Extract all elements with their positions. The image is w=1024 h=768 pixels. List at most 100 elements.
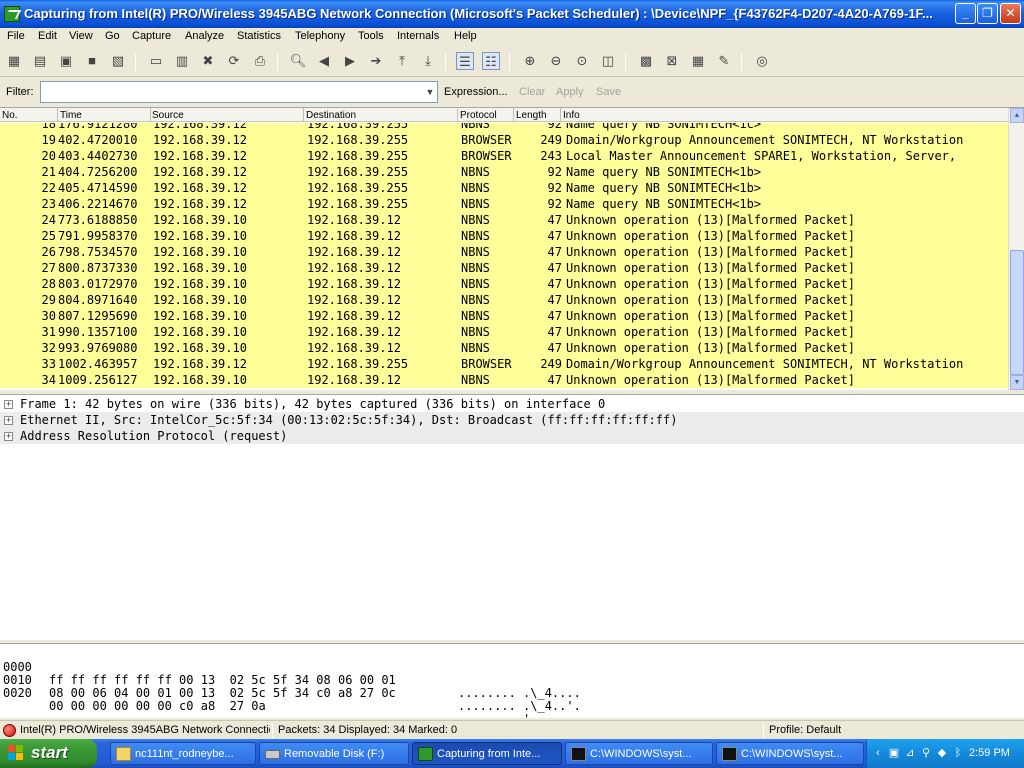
tray-expand-icon[interactable]: ‹ <box>871 746 885 760</box>
table-row[interactable]: 23 406.2214670 192.168.39.12 192.168.39.255… <box>0 196 1008 212</box>
table-row[interactable]: 33 1002.463957 192.168.39.12 192.168.39.255… <box>0 356 1008 372</box>
zoom-in-icon[interactable]: ⊕ <box>521 52 539 70</box>
stop-capture-icon[interactable]: ■ <box>83 52 101 70</box>
title-bar[interactable]: Capturing from Intel(R) PRO/Wireless 394… <box>0 0 1024 28</box>
zoom-out-icon[interactable]: ⊖ <box>547 52 565 70</box>
usb-icon[interactable]: ⚲ <box>919 746 933 760</box>
close-button[interactable]: ✕ <box>1000 3 1021 24</box>
menu-capture[interactable]: Capture <box>132 30 171 42</box>
table-row[interactable]: 32 993.9769080 192.168.39.10 192.168.39.12 N… <box>0 340 1008 356</box>
menu-edit[interactable]: Edit <box>38 30 57 42</box>
taskbar-item-cmd-1[interactable]: C:\WINDOWS\syst... <box>565 742 713 765</box>
start-capture-icon[interactable]: ▣ <box>57 52 75 70</box>
menu-statistics[interactable]: Statistics <box>237 30 281 42</box>
taskbar-item-cmd-2[interactable]: C:\WINDOWS\syst... <box>716 742 864 765</box>
table-row[interactable]: 28 803.0172970 192.168.39.10 192.168.39.12 N… <box>0 276 1008 292</box>
packet-bytes-pane[interactable]: 0000 ff ff ff ff ff ff 00 13 02 5c 5f 34… <box>0 643 1024 726</box>
menu-telephony[interactable]: Telephony <box>295 30 345 42</box>
coloring-rules-icon[interactable]: ▦ <box>689 52 707 70</box>
scrollbar-thumb[interactable] <box>1010 250 1024 375</box>
restart-capture-icon[interactable]: ▧ <box>109 52 127 70</box>
auto-scroll-icon[interactable]: ☷ <box>482 52 500 70</box>
menu-view[interactable]: View <box>69 30 93 42</box>
open-file-icon[interactable]: ▭ <box>147 52 165 70</box>
column-header-time[interactable]: Time <box>60 110 82 121</box>
table-row[interactable]: 30 807.1295690 192.168.39.10 192.168.39.12 N… <box>0 308 1008 324</box>
go-forward-icon[interactable]: ▶ <box>341 52 359 70</box>
column-header-protocol[interactable]: Protocol <box>460 110 497 121</box>
packet-details-pane[interactable]: + Frame 1: 42 bytes on wire (336 bits), … <box>0 394 1024 640</box>
table-row[interactable]: 25 791.9958370 192.168.39.10 192.168.39.12 N… <box>0 228 1008 244</box>
scroll-down-icon[interactable]: ▼ <box>1010 375 1024 390</box>
table-row[interactable]: 26 798.7534570 192.168.39.10 192.168.39.12 N… <box>0 244 1008 260</box>
menu-analyze[interactable]: Analyze <box>185 30 224 42</box>
menu-tools[interactable]: Tools <box>358 30 384 42</box>
table-row[interactable]: 19 402.4720010 192.168.39.12 192.168.39.255… <box>0 132 1008 148</box>
table-row[interactable]: 18 176.9121280 192.168.39.12 192.168.39.… <box>0 123 1008 132</box>
menu-help[interactable]: Help <box>454 30 477 42</box>
hex-bytes[interactable]: 00 00 00 00 00 00 c0 a8 27 0a <box>49 700 266 713</box>
table-row[interactable]: 34 1009.256127 192.168.39.10 192.168.39.12 N… <box>0 372 1008 388</box>
apply-button[interactable]: Apply <box>556 86 584 98</box>
table-row[interactable]: 31 990.1357100 192.168.39.10 192.168.39.12 N… <box>0 324 1008 340</box>
taskbar-item-folder[interactable]: nc111nt_rodneybe... <box>110 742 256 765</box>
table-row[interactable]: 20 403.4402730 192.168.39.12 192.168.39.255… <box>0 148 1008 164</box>
go-last-icon[interactable]: ⤓ <box>419 52 437 70</box>
packet-list-pane[interactable]: No. Time Source Destination Protocol Len… <box>0 107 1024 390</box>
detail-arp[interactable]: + Address Resolution Protocol (request) <box>0 428 1024 444</box>
table-row[interactable]: 27 800.8737330 192.168.39.10 192.168.39.12 N… <box>0 260 1008 276</box>
column-header-no[interactable]: No. <box>2 110 18 121</box>
taskbar-item-wireshark[interactable]: Capturing from Inte... <box>412 742 562 765</box>
print-icon[interactable]: ⎙ <box>251 52 269 70</box>
detail-ethernet[interactable]: + Ethernet II, Src: IntelCor_5c:5f:34 (0… <box>0 412 1024 428</box>
bluetooth-icon[interactable]: ᛒ <box>951 746 965 760</box>
column-divider[interactable] <box>457 108 458 122</box>
close-file-icon[interactable]: ✖ <box>199 52 217 70</box>
preferences-icon[interactable]: ✎ <box>715 52 733 70</box>
table-row[interactable]: 21 404.7256200 192.168.39.12 192.168.39.255… <box>0 164 1008 180</box>
expand-plus-icon[interactable]: + <box>4 432 13 441</box>
scroll-up-icon[interactable]: ▲ <box>1010 108 1024 123</box>
display-filter-input[interactable] <box>40 81 438 103</box>
clear-button[interactable]: Clear <box>519 86 545 98</box>
find-packet-icon[interactable]: 🔍︎ <box>289 52 307 70</box>
go-back-icon[interactable]: ◀ <box>315 52 333 70</box>
table-row[interactable]: 29 804.8971640 192.168.39.10 192.168.39.12 N… <box>0 292 1008 308</box>
interface-list-icon[interactable]: ▦ <box>5 52 23 70</box>
column-header-length[interactable]: Length <box>516 110 547 121</box>
column-header-destination[interactable]: Destination <box>306 110 356 121</box>
clock[interactable]: 2:59 PM <box>969 747 1010 759</box>
save-file-icon[interactable]: ▥ <box>173 52 191 70</box>
column-header-info[interactable]: Info <box>563 110 580 121</box>
colorize-icon[interactable]: ☰ <box>456 52 474 70</box>
detail-frame[interactable]: + Frame 1: 42 bytes on wire (336 bits), … <box>0 396 1024 412</box>
column-divider[interactable] <box>513 108 514 122</box>
reload-icon[interactable]: ⟳ <box>225 52 243 70</box>
table-row[interactable]: 24 773.6188850 192.168.39.10 192.168.39.12 N… <box>0 212 1008 228</box>
taskbar-item-removable-disk[interactable]: Removable Disk (F:) <box>259 742 409 765</box>
help-icon[interactable]: ◎ <box>753 52 771 70</box>
packet-list-scrollbar[interactable]: ▲ ▼ <box>1008 108 1024 390</box>
menu-file[interactable]: File <box>7 30 25 42</box>
column-header-source[interactable]: Source <box>152 110 184 121</box>
menu-go[interactable]: Go <box>105 30 120 42</box>
resize-columns-icon[interactable]: ◫ <box>599 52 617 70</box>
expression-button[interactable]: Expression... <box>444 86 508 98</box>
minimize-button[interactable]: _ <box>955 3 976 24</box>
column-divider[interactable] <box>560 108 561 122</box>
capture-filters-icon[interactable]: ▩ <box>637 52 655 70</box>
save-button[interactable]: Save <box>596 86 621 98</box>
network-icon[interactable]: ▣ <box>887 746 901 760</box>
table-row[interactable]: 22 405.4714590 192.168.39.12 192.168.39.255… <box>0 180 1008 196</box>
antivirus-icon[interactable]: ◆ <box>935 746 949 760</box>
capture-options-icon[interactable]: ▤ <box>31 52 49 70</box>
go-to-packet-icon[interactable]: ➔ <box>367 52 385 70</box>
status-profile[interactable]: Profile: Default <box>769 724 1009 736</box>
normal-size-icon[interactable]: ⊙ <box>573 52 591 70</box>
filter-dropdown-chevron-down-icon[interactable]: ▼ <box>423 83 437 101</box>
maximize-button[interactable]: ❐ <box>977 3 998 24</box>
expand-plus-icon[interactable]: + <box>4 416 13 425</box>
go-first-icon[interactable]: ⤒ <box>393 52 411 70</box>
capture-status-icon[interactable] <box>3 724 16 737</box>
column-divider[interactable] <box>303 108 304 122</box>
